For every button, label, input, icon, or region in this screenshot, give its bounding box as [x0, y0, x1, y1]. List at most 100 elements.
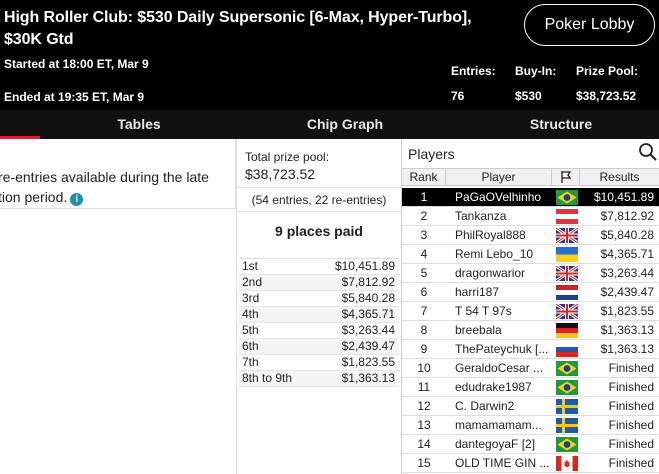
player-name: harri187: [455, 285, 500, 299]
results-column-header[interactable]: Results: [580, 169, 659, 186]
players-panel: Players Rank Player Results 1 PaGaOVelhin…: [402, 139, 659, 474]
player-row[interactable]: 12 C. Darwin2 Finished: [402, 397, 659, 416]
germany-flag-icon: [556, 323, 578, 338]
payout-row: 5th $3,263.44: [239, 323, 399, 339]
russia-flag-icon: [556, 342, 578, 357]
tab-structure[interactable]: Structure: [466, 110, 656, 139]
poker-lobby-button[interactable]: Poker Lobby: [524, 4, 655, 46]
player-rank: 3: [420, 228, 428, 242]
player-row[interactable]: 8 breebala $1,363.13: [402, 321, 659, 340]
player-row[interactable]: 15 OLD TIME GIN ... Finished: [402, 454, 659, 473]
player-row[interactable]: 11 edudrake1987 Finished: [402, 378, 659, 397]
entries-value: 76: [451, 89, 465, 103]
player-rank: 8: [420, 323, 428, 337]
player-rank: 10: [417, 361, 431, 375]
payout-place: 6th: [242, 339, 259, 353]
player-name: dragonwarior: [455, 266, 526, 280]
player-row[interactable]: 1 PaGaOVelhinho $10,451.89: [402, 188, 659, 207]
payout-place: 3rd: [242, 291, 260, 305]
player-rank: 9: [420, 342, 428, 356]
payout-amount: $10,451.89: [334, 259, 395, 273]
payout-row: 2nd $7,812.92: [239, 275, 399, 291]
player-row[interactable]: 6 harri187 $2,439.47: [402, 283, 659, 302]
tab-tables[interactable]: Tables: [44, 110, 234, 139]
payout-place: 7th: [242, 355, 259, 369]
tournament-header: High Roller Club: $530 Daily Supersonic …: [0, 0, 659, 110]
player-result: $1,823.55: [600, 304, 654, 318]
payout-row: 8th to 9th $1,363.13: [239, 371, 399, 387]
payout-place: 8th to 9th: [242, 371, 293, 385]
info-icon[interactable]: i: [70, 193, 84, 206]
player-row[interactable]: 10 GeraldoCesar ... Finished: [402, 359, 659, 378]
player-rank: 11: [417, 380, 431, 394]
player-row[interactable]: 5 dragonwarior $3,263.44: [402, 264, 659, 283]
payout-amount: $3,263.44: [341, 323, 395, 337]
players-table-header: Rank Player Results: [402, 168, 659, 186]
flag-icon: [560, 171, 571, 183]
player-row[interactable]: 13 mamamamam... Finished: [402, 416, 659, 435]
uk-flag-icon: [556, 266, 578, 281]
player-result: Finished: [608, 418, 654, 432]
player-name: Tankanza: [455, 209, 507, 223]
player-name: PaGaOVelhinho: [455, 190, 542, 204]
player-name: edudrake1987: [455, 380, 532, 394]
player-row[interactable]: 3 PhilRoyal888 $5,840.28: [402, 226, 659, 245]
brazil-flag-icon: [556, 361, 578, 376]
rank-column-header[interactable]: Rank: [402, 169, 446, 186]
player-column-header[interactable]: Player: [446, 169, 552, 186]
payout-amount: $5,840.28: [341, 291, 395, 305]
players-title: Players: [408, 146, 455, 162]
player-row[interactable]: 14 dantegoyaF [2] Finished: [402, 435, 659, 454]
payout-amount: $1,823.55: [341, 355, 395, 369]
player-row[interactable]: 7 T 54 T 97s $1,823.55: [402, 302, 659, 321]
payout-place: 4th: [242, 307, 259, 321]
total-prize-pool-label: Total prize pool:: [245, 150, 330, 164]
brazil-flag-icon: [556, 380, 578, 395]
player-row[interactable]: 9 ThePateychuk [... $1,363.13: [402, 340, 659, 359]
payout-table: 1st $10,451.89 2nd $7,812.92 3rd $5,840.28 …: [239, 258, 399, 387]
player-result: Finished: [608, 456, 654, 470]
players-table-body: 1 PaGaOVelhinho $10,451.89 2 Tankanza $7,812.…: [402, 188, 659, 473]
reentry-text-line2: tion period.: [0, 189, 68, 205]
entries-note: (54 entries, 22 re-entries): [237, 187, 401, 212]
player-result: $1,363.13: [600, 342, 654, 356]
player-name: breebala: [455, 323, 502, 337]
player-rank: 13: [417, 418, 431, 432]
tab-chip-graph[interactable]: Chip Graph: [250, 110, 440, 139]
player-rank: 15: [417, 456, 431, 470]
tab-bar: Tables Chip Graph Structure: [0, 110, 659, 139]
player-name: Remi Lebo_10: [455, 247, 534, 261]
payout-place: 1st: [242, 259, 259, 273]
search-icon[interactable]: [638, 142, 658, 162]
payout-row: 7th $1,823.55: [239, 355, 399, 371]
payout-place: 2nd: [242, 275, 263, 289]
places-paid: 9 places paid: [275, 223, 363, 239]
sweden-flag-icon: [556, 418, 578, 433]
buyin-value: $530: [515, 89, 542, 103]
player-rank: 1: [420, 190, 428, 204]
player-result: Finished: [608, 361, 654, 375]
player-rank: 14: [417, 437, 431, 451]
player-result: $10,451.89: [593, 190, 654, 204]
player-result: Finished: [608, 437, 654, 451]
player-rank: 6: [420, 285, 428, 299]
player-row[interactable]: 2 Tankanza $7,812.92: [402, 207, 659, 226]
netherlands-flag-icon: [556, 285, 578, 300]
payout-row: 6th $2,439.47: [239, 339, 399, 355]
payout-row: 3rd $5,840.28: [239, 291, 399, 307]
player-row[interactable]: 4 Remi Lebo_10 $4,365.71: [402, 245, 659, 264]
ukraine-flag-icon: [556, 247, 578, 262]
payout-amount: $7,812.92: [341, 275, 395, 289]
country-column-header[interactable]: [552, 169, 580, 186]
player-rank: 12: [417, 399, 431, 413]
player-result: Finished: [608, 399, 654, 413]
player-name: T 54 T 97s: [455, 304, 512, 318]
player-result: $4,365.71: [600, 247, 654, 261]
start-time: Started at 18:00 ET, Mar 9: [4, 57, 149, 71]
uk-flag-icon: [556, 228, 578, 243]
player-name: C. Darwin2: [455, 399, 515, 413]
end-time: Ended at 19:35 ET, Mar 9: [4, 90, 145, 104]
player-rank: 5: [420, 266, 428, 280]
prize-pool-value: $38,723.52: [576, 89, 637, 103]
austria-flag-icon: [556, 209, 578, 224]
